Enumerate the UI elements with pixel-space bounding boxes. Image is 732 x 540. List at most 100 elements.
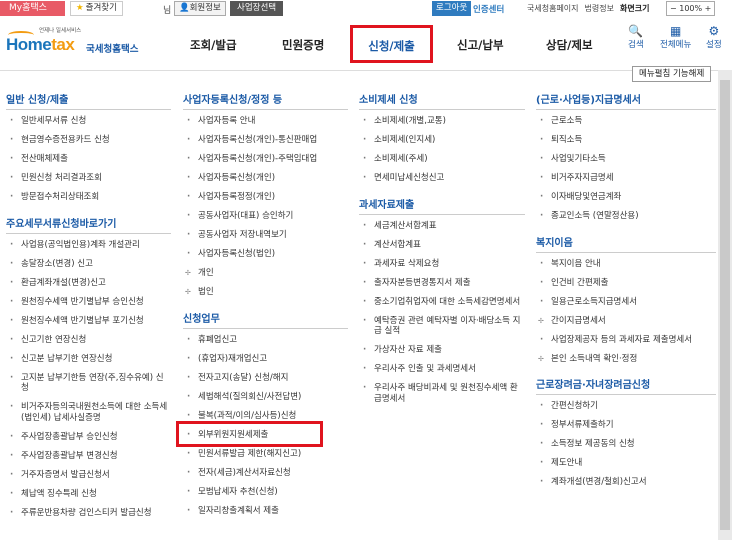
section-divider (359, 213, 525, 215)
menu-item[interactable]: 사업자등록정정(개인) (183, 192, 348, 203)
menu-item[interactable]: 송달장소(변경) 신고 (6, 259, 171, 270)
menu-item[interactable]: 민원서류발급 제한(해지신고) (183, 449, 348, 460)
top-links: 국세청홈페이지 법령정보 화면크기 (527, 3, 655, 14)
menu-item[interactable]: 체납액 징수특례 신청 (6, 489, 171, 500)
law-info-link[interactable]: 법령정보 (585, 4, 614, 13)
menu-item[interactable]: 일용근로소득지급명세서 (536, 297, 716, 308)
menu-expand-toggle[interactable]: 메뉴펼침 기능해제 (632, 66, 712, 82)
logo-text: Hometax (6, 35, 75, 55)
hometax-logo[interactable]: 언제나 일세서비스 Hometax 국세청홈택스 (6, 26, 156, 62)
menu-item[interactable]: 환급계좌개설(변경)신고 (6, 278, 171, 289)
menu-item[interactable]: 일반세무서류 신청 (6, 116, 171, 127)
all-menu-button[interactable]: ▦ 전체메뉴 (660, 24, 691, 50)
scrollbar[interactable] (718, 70, 732, 540)
favorites-button[interactable]: ★ 즐겨찾기 (70, 1, 123, 16)
top-utility-bar: My홈택스 ★ 즐겨찾기 님 👤회원정보 사업장선택 로그아웃 인증센터 국세청홈… (0, 0, 732, 18)
menu-item[interactable]: 주사업장총괄납부 승인신청 (6, 432, 171, 443)
menu-item[interactable]: 비거주자지급명세 (536, 173, 716, 184)
menu-item[interactable]: 주사업장총괄납부 변경신청 (6, 451, 171, 462)
menu-item[interactable]: 퇴직소득 (536, 135, 716, 146)
myhome-button[interactable]: My홈택스 (0, 1, 65, 16)
menu-item[interactable]: 간편신청하기 (536, 401, 716, 412)
menu-item[interactable]: 계좌개설(변경/철회)신고서 (536, 477, 716, 488)
menu-item[interactable]: 과세자료 삭제요청 (359, 259, 525, 270)
section-title: 과세자료제출 (359, 199, 415, 211)
menu-item[interactable]: 소득정보 제공동의 신청 (536, 439, 716, 450)
expandable-menu-item[interactable]: 본인 소득내역 확인·정정 (536, 354, 716, 365)
gnb-item-apply-active[interactable]: 신청/제출 (350, 25, 433, 63)
menu-item[interactable]: 인건비 간편제출 (536, 278, 716, 289)
menu-item[interactable]: 사업용(공익법인용)계좌 개설관리 (6, 240, 171, 251)
menu-item[interactable]: 신고기한 연장신청 (6, 335, 171, 346)
menu-item[interactable]: 소비제세(인지세) (359, 135, 525, 146)
menu-item[interactable]: 공동사업자(대표) 승인하기 (183, 211, 348, 222)
menu-item[interactable]: 종교인소득 (연말정산용) (536, 211, 716, 222)
gnb-item-consult[interactable]: 상담/제보 (546, 37, 593, 53)
menu-item[interactable]: 소비제세(개별,교통) (359, 116, 525, 127)
menu-item-highlighted[interactable]: 불복(과적/이의/심사등)신청 (183, 411, 348, 422)
scrollbar-thumb[interactable] (720, 80, 730, 530)
menu-item[interactable]: 정부서류제출하기 (536, 420, 716, 431)
menu-item[interactable]: 사업자등록신청(개인) (183, 173, 348, 184)
settings-button[interactable]: ⚙ 설정 (706, 24, 722, 50)
search-label: 검색 (628, 40, 644, 50)
menu-item[interactable]: 일자리창출계획서 제출 (183, 506, 348, 517)
member-info-button[interactable]: 👤회원정보 (174, 1, 226, 16)
menu-item[interactable]: 공동사업자 저장내역보기 (183, 230, 348, 241)
menu-item[interactable]: 근로소득 (536, 116, 716, 127)
menu-item[interactable]: 세금계산서합계표 (359, 221, 525, 232)
menu-item[interactable]: 가상자산 자료 제출 (359, 345, 525, 356)
menu-item[interactable]: 주류운반용차량 검인스티커 발급신청 (6, 508, 171, 519)
expandable-menu-item[interactable]: 법인 (183, 287, 348, 298)
menu-item[interactable]: 복지이음 안내 (536, 259, 716, 270)
logout-button[interactable]: 로그아웃 (432, 1, 472, 16)
menu-item[interactable]: 사업자등록신청(개인)-통신판매업 (183, 135, 348, 146)
section-divider (6, 232, 171, 234)
menu-item[interactable]: 비거주자등의국내원천소득에 대한 소득세(법인세) 납세사실증명 (6, 402, 171, 423)
gnb-item-report[interactable]: 신고/납부 (457, 37, 504, 53)
menu-item[interactable]: 우리사주 배당비과세 및 원천징수세액 환급명세서 (359, 383, 525, 404)
menu-item[interactable]: 거주자증명서 발급신청서 (6, 470, 171, 481)
menu-item[interactable]: 신고분 납부기한 연장신청 (6, 354, 171, 365)
menu-item[interactable]: 사업자등록신청(개인)-주택임대업 (183, 154, 348, 165)
zoom-minus-icon[interactable]: − (670, 4, 677, 13)
menu-item[interactable]: 계산서합계표 (359, 240, 525, 251)
grid-icon: ▦ (669, 24, 682, 38)
menu-item[interactable]: 모범납세자 추천(신청) (183, 487, 348, 498)
menu-item[interactable]: 원천징수세액 반기별납부 포기신청 (6, 316, 171, 327)
menu-item[interactable]: 전자(세금)계산서자료신청 (183, 468, 348, 479)
menu-item[interactable]: 현금영수증전용카드 신청 (6, 135, 171, 146)
zoom-plus-icon[interactable]: + (705, 4, 712, 13)
menu-item[interactable]: 휴폐업신고 (183, 335, 348, 346)
menu-item[interactable]: 전산매체제출 (6, 154, 171, 165)
zoom-select[interactable]: − 100% + (666, 1, 716, 16)
section-title: (근로·사업등)지급명세서 (536, 95, 641, 106)
menu-item[interactable]: 사업및기타소득 (536, 154, 716, 165)
menu-item[interactable]: 사업장제공자 등의 과세자료 제출명세서 (536, 335, 716, 346)
menu-item[interactable]: 사업자등록신청(법인) (183, 249, 348, 260)
menu-item[interactable]: 제도안내 (536, 458, 716, 469)
expandable-menu-item[interactable]: 간이지급명세서 (536, 316, 716, 327)
search-button[interactable]: 🔍 검색 (628, 24, 644, 50)
nts-homepage-link[interactable]: 국세청홈페이지 (527, 4, 579, 13)
expandable-menu-item[interactable]: 개인 (183, 268, 348, 279)
menu-item[interactable]: 원천징수세액 반기별납부 승인신청 (6, 297, 171, 308)
menu-item[interactable]: 방문접수처리상태조회 (6, 192, 171, 203)
menu-item[interactable]: 중소기업취업자에 대한 소득세감면명세서 (359, 297, 525, 308)
menu-item[interactable]: 이자배당및연금계좌 (536, 192, 716, 203)
menu-item[interactable]: 세법해석(질의회신/사전답변) (183, 392, 348, 403)
business-select-button[interactable]: 사업장선택 (230, 1, 284, 16)
menu-item[interactable]: 우리사주 인출 및 과세명세서 (359, 364, 525, 375)
gnb-item-civil[interactable]: 민원증명 (282, 37, 324, 53)
menu-item[interactable]: 민원신청 처리결과조회 (6, 173, 171, 184)
menu-item[interactable]: (휴업자)재개업신고 (183, 354, 348, 365)
gnb-item-inquiry[interactable]: 조회/발급 (190, 37, 237, 53)
menu-item[interactable]: 전자고지(송달) 신청/해지 (183, 373, 348, 384)
cert-center-link[interactable]: 인증센터 (473, 3, 504, 15)
menu-item[interactable]: 소비제세(주세) (359, 154, 525, 165)
menu-item[interactable]: 고지분 납부기한등 연장(주,징수유예) 신청 (6, 373, 171, 394)
menu-item[interactable]: 사업자등록 안내 (183, 116, 348, 127)
menu-item[interactable]: 출자자분등변경통지서 제출 (359, 278, 525, 289)
menu-item[interactable]: 면세미납세신청신고 (359, 173, 525, 184)
menu-item[interactable]: 예탁증권 관련 예탁자별 이자·배당소득 지급 실적 (359, 316, 525, 337)
